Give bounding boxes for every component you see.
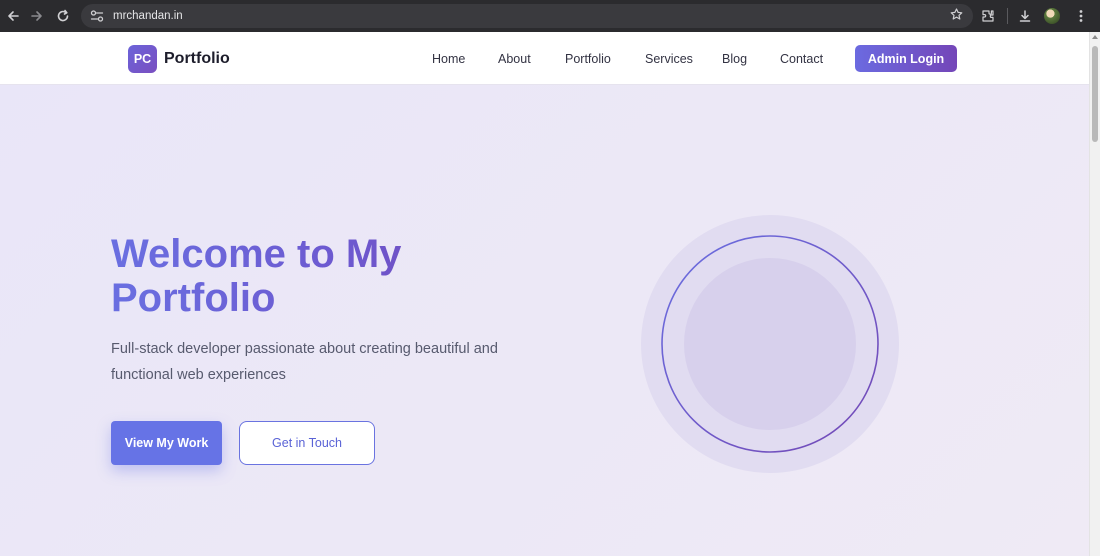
view-my-work-button[interactable]: View My Work [111, 421, 222, 465]
nav-link-portfolio[interactable]: Portfolio [565, 52, 611, 66]
extensions-icon[interactable] [977, 5, 999, 27]
address-bar[interactable]: mrchandan.in [81, 4, 973, 28]
site-settings-icon[interactable] [89, 8, 105, 24]
hero-circle-graphic [640, 214, 900, 474]
nav-link-services[interactable]: Services [645, 52, 693, 66]
back-arrow-icon[interactable] [0, 3, 26, 29]
page-scrollbar[interactable] [1089, 32, 1100, 556]
site-header: PC Portfolio Home About Portfolio Servic… [0, 32, 1089, 85]
more-menu-icon[interactable] [1070, 5, 1092, 27]
nav-link-about[interactable]: About [498, 52, 531, 66]
brand-logo[interactable]: PC Portfolio [128, 45, 230, 73]
admin-login-button[interactable]: Admin Login [855, 45, 957, 72]
hero-subtitle: Full-stack developer passionate about cr… [111, 341, 498, 383]
scroll-up-arrow-icon[interactable] [1092, 35, 1098, 39]
brand-name: Portfolio [164, 50, 230, 67]
download-icon[interactable] [1014, 5, 1036, 27]
nav-link-home[interactable]: Home [432, 52, 465, 66]
browser-toolbar: mrchandan.in [0, 0, 1100, 32]
url-text[interactable]: mrchandan.in [113, 10, 183, 22]
toolbar-divider [1007, 8, 1008, 24]
nav-link-contact[interactable]: Contact [780, 52, 823, 66]
bookmark-star-icon[interactable] [950, 8, 963, 24]
get-in-touch-button[interactable]: Get in Touch [239, 421, 375, 465]
scrollbar-thumb[interactable] [1092, 46, 1098, 142]
profile-avatar[interactable] [1044, 8, 1060, 24]
nav-link-blog[interactable]: Blog [722, 52, 747, 66]
reload-icon[interactable] [50, 3, 76, 29]
page-viewport: PC Portfolio Home About Portfolio Servic… [0, 32, 1089, 556]
hero-title: Welcome to My Portfolio [111, 232, 511, 320]
brand-badge: PC [128, 45, 157, 73]
forward-arrow-icon[interactable] [24, 3, 50, 29]
